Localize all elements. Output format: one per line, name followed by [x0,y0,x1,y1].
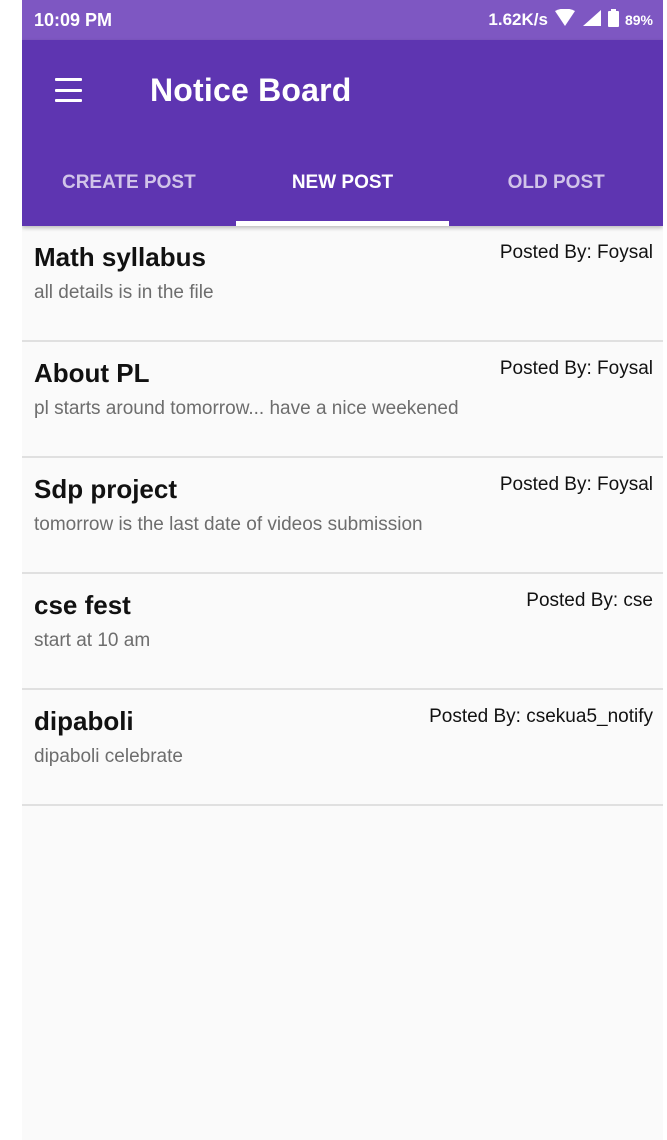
post-body: tomorrow is the last date of videos subm… [34,514,423,535]
post-title: dipaboli [34,706,134,736]
app-bar: Notice Board CREATE POST NEW POST OLD PO… [22,40,663,226]
battery-percent: 89% [624,12,653,28]
post-body: all details is in the file [34,282,214,303]
app-title: Notice Board [150,72,352,108]
post-item[interactable]: Sdp project Posted By: Foysal tomorrow i… [22,458,663,574]
post-author: Posted By: Foysal [499,474,653,495]
battery-icon [607,8,619,32]
tab-bar: CREATE POST NEW POST OLD POST [22,144,663,226]
hamburger-menu-icon[interactable] [55,78,82,102]
network-speed: 1.62K/s [488,10,548,29]
status-time: 10:09 PM [34,9,113,30]
wifi-icon [554,8,576,32]
post-list: Math syllabus Posted By: Foysal all deta… [22,226,663,806]
phone-screen: 10:09 PM 1.62K/s 89% Notice Board CREATE… [22,0,663,1140]
post-body: start at 10 am [34,630,151,651]
post-title: cse fest [34,590,131,620]
post-body: pl starts around tomorrow... have a nice… [34,398,459,419]
post-body: dipaboli celebrate [34,746,183,767]
post-title: Sdp project [34,474,178,504]
post-author: Posted By: Foysal [499,242,653,263]
signal-icon [582,9,602,32]
post-title: About PL [34,358,150,388]
post-title: Math syllabus [34,242,206,272]
status-indicators: 1.62K/s 89% [488,8,653,32]
post-item[interactable]: About PL Posted By: Foysal pl starts aro… [22,342,663,458]
toolbar: Notice Board [22,40,663,144]
tab-old-post[interactable]: OLD POST [449,144,663,226]
post-author: Posted By: cse [526,590,653,611]
post-author: Posted By: Foysal [499,358,653,379]
tab-new-post[interactable]: NEW POST [235,144,450,226]
post-author: Posted By: csekua5_notify [429,706,653,727]
post-item[interactable]: dipaboli Posted By: csekua5_notify dipab… [22,690,663,806]
status-bar: 10:09 PM 1.62K/s 89% [22,0,663,40]
post-item[interactable]: Math syllabus Posted By: Foysal all deta… [22,226,663,342]
post-item[interactable]: cse fest Posted By: cse start at 10 am [22,574,663,690]
tab-create-post[interactable]: CREATE POST [22,144,236,226]
